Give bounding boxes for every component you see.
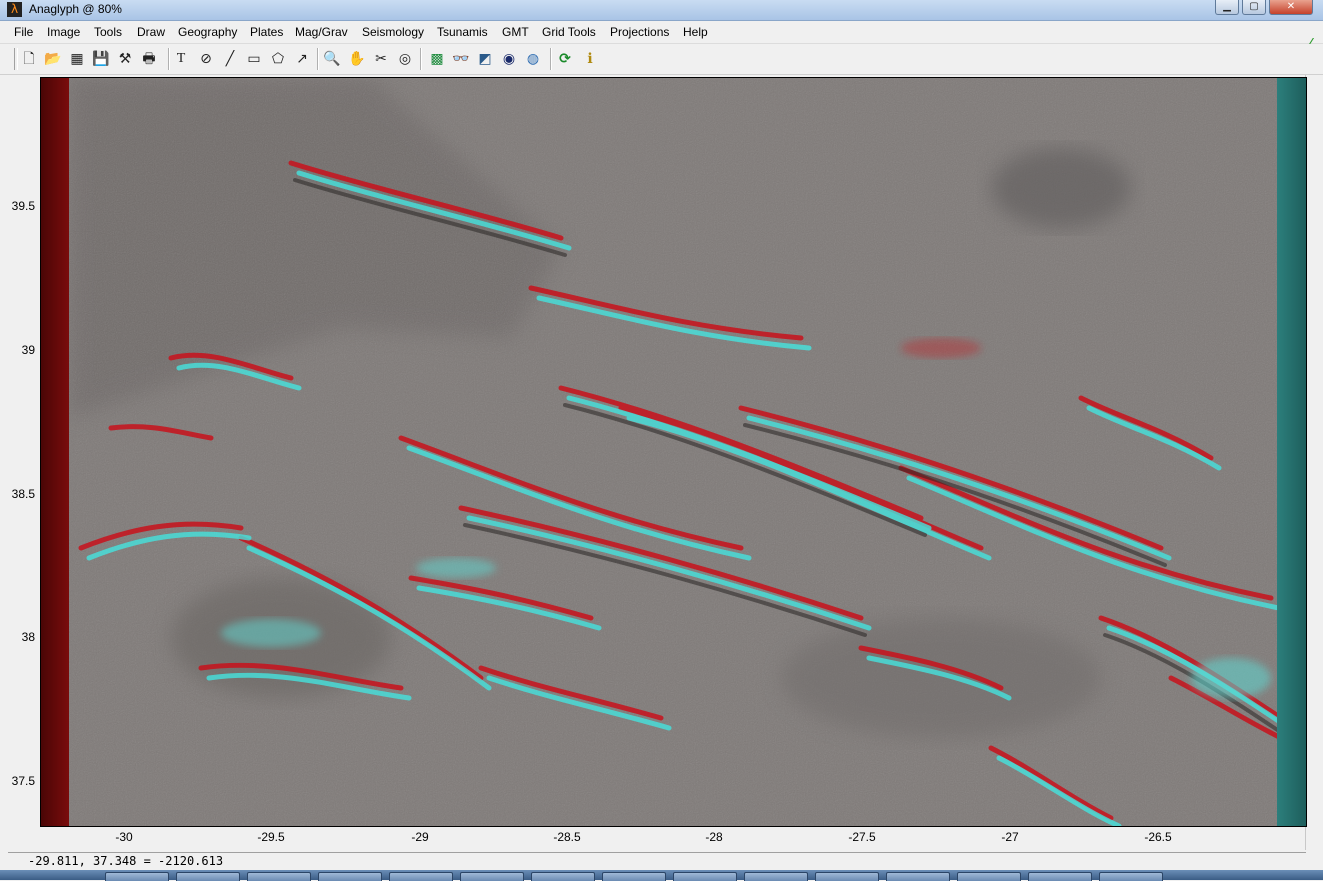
y-tick-label: 39 — [21, 343, 35, 357]
toolbar-grip — [14, 48, 18, 70]
y-tick-label: 38.5 — [11, 487, 35, 501]
anaglyph-map[interactable] — [40, 77, 1307, 827]
y-tick-label: 38 — [21, 630, 35, 644]
zoom-icon[interactable]: 🔍 — [323, 50, 341, 68]
x-tick-label: -29 — [411, 830, 429, 844]
x-tick-label: -27 — [1001, 830, 1019, 844]
shading-icon[interactable]: ▩ — [428, 50, 446, 68]
anaglyph-image — [41, 78, 1306, 826]
text-icon[interactable]: T — [172, 50, 190, 68]
menu-bar: File Image Tools Draw Geography Plates M… — [0, 22, 1323, 49]
rectangle-icon[interactable]: ▭ — [245, 50, 263, 68]
y-tick-label: 39.5 — [11, 199, 35, 213]
line-icon[interactable]: ╱ — [221, 50, 239, 68]
globe-icon[interactable]: ◍ — [524, 50, 542, 68]
open-folder-icon[interactable]: 📂 — [44, 50, 62, 68]
pan-hand-icon[interactable]: ✋ — [348, 50, 366, 68]
print-icon[interactable]: 🖶 — [140, 50, 158, 68]
menu-projections[interactable]: Projections — [610, 25, 669, 39]
anaglyph-glasses-icon[interactable]: 👓 — [452, 50, 470, 68]
window-title: Anaglyph @ 80% — [29, 2, 122, 16]
terrain-icon[interactable]: ◩ — [476, 50, 494, 68]
menu-plates[interactable]: Plates — [250, 25, 283, 39]
x-tick-label: -29.5 — [257, 830, 285, 844]
menu-mag-grav[interactable]: Mag/Grav — [295, 25, 348, 39]
globe-dark-icon[interactable]: ◉ — [500, 50, 518, 68]
toolbar-separator — [420, 48, 422, 70]
scissors-icon[interactable]: ✂ — [372, 50, 390, 68]
datum-icon[interactable]: ◎ — [396, 50, 414, 68]
y-tick-label: 37.5 — [11, 774, 35, 788]
polygon-icon[interactable]: ⬠ — [269, 50, 287, 68]
window-title-bar[interactable]: λ Anaglyph @ 80% ▁ ▢ ✕ — [0, 0, 1323, 21]
menu-gmt[interactable]: GMT — [502, 25, 529, 39]
menu-help[interactable]: Help — [683, 25, 708, 39]
x-tick-label: -28.5 — [553, 830, 581, 844]
toolbar-separator — [550, 48, 552, 70]
toolbar: 🗋 📂 ▦ 💾 ⚒ 🖶 T ⊘ ╱ ▭ ⬠ ↗ 🔍 ✋ ✂ ◎ ▩ 👓 ◩ ◉ … — [0, 44, 1323, 75]
new-file-icon[interactable]: 🗋 — [20, 50, 38, 68]
x-tick-label: -27.5 — [848, 830, 876, 844]
menu-file[interactable]: File — [14, 25, 33, 39]
toolbar-separator — [168, 48, 170, 70]
image-icon[interactable]: ▦ — [68, 50, 86, 68]
menu-draw[interactable]: Draw — [137, 25, 165, 39]
coordinate-readout: -29.811, 37.348 = -2120.613 — [28, 854, 224, 868]
info-icon[interactable]: ℹ — [581, 50, 599, 68]
x-tick-label: -26.5 — [1144, 830, 1172, 844]
menu-seismology[interactable]: Seismology — [362, 25, 424, 39]
menu-tools[interactable]: Tools — [94, 25, 122, 39]
os-taskbar — [0, 870, 1323, 881]
close-button[interactable]: ✕ — [1269, 0, 1313, 15]
tools-icon[interactable]: ⚒ — [116, 50, 134, 68]
menu-image[interactable]: Image — [47, 25, 80, 39]
arrow-icon[interactable]: ↗ — [293, 50, 311, 68]
app-icon: λ — [7, 2, 22, 17]
menu-geography[interactable]: Geography — [178, 25, 237, 39]
compass-icon[interactable]: ⊘ — [197, 50, 215, 68]
x-tick-label: -30 — [115, 830, 133, 844]
toolbar-separator — [317, 48, 319, 70]
menu-grid-tools[interactable]: Grid Tools — [542, 25, 596, 39]
save-icon[interactable]: 💾 — [92, 50, 110, 68]
minimize-button[interactable]: ▁ — [1215, 0, 1239, 15]
refresh-icon[interactable]: ⟳ — [556, 50, 574, 68]
maximize-button[interactable]: ▢ — [1242, 0, 1266, 15]
menu-tsunamis[interactable]: Tsunamis — [437, 25, 488, 39]
status-bar: -29.811, 37.348 = -2120.613 — [8, 852, 1306, 870]
x-tick-label: -28 — [705, 830, 723, 844]
